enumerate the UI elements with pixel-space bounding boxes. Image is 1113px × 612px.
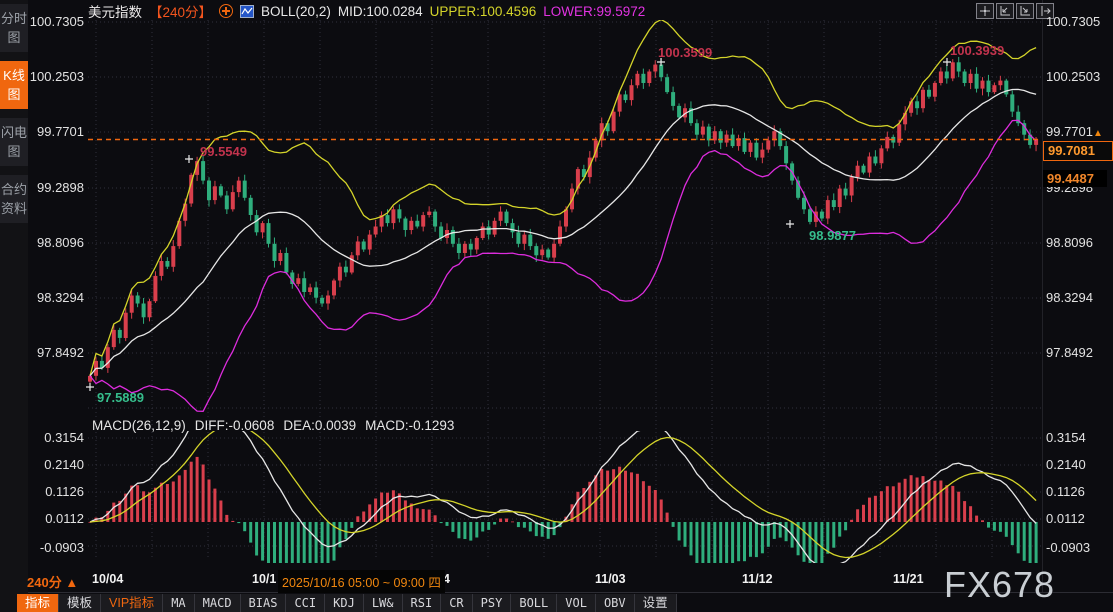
- boll-lower-value: LOWER:99.5972: [543, 4, 645, 19]
- price-axis-label: 98.3294: [28, 291, 84, 305]
- macd-name: MACD(26,12,9): [92, 418, 186, 433]
- price-annotation-high: 100.3599: [658, 45, 712, 60]
- toolbar-item-obv[interactable]: OBV: [596, 594, 635, 612]
- macd-axis-label: 0.2140: [28, 458, 84, 472]
- sidebar-item-lightning[interactable]: 闪电图: [0, 118, 28, 166]
- line-chart-icon: [240, 5, 254, 18]
- price-annotation-low: 97.5889: [97, 390, 144, 405]
- macd-dea: DEA:0.0039: [283, 418, 356, 433]
- crosshair-icon[interactable]: [976, 3, 994, 19]
- chart-type-sidebar: 分时图 K线图 闪电图 合约资料: [0, 0, 28, 612]
- toolbar-item-cr[interactable]: CR: [441, 594, 472, 612]
- boll-label: BOLL(20,2): [261, 4, 331, 19]
- toolbar-item-vol[interactable]: VOL: [557, 594, 596, 612]
- scale-right-icon[interactable]: [1016, 3, 1034, 19]
- toolbar-item-kdj[interactable]: KDJ: [325, 594, 364, 612]
- indicator-toolbar: 指标 模板 VIP指标 MA MACD BIAS CCI KDJ LW& RSI…: [17, 594, 677, 612]
- toolbar-item-psy[interactable]: PSY: [473, 594, 512, 612]
- toolbar-item-bias[interactable]: BIAS: [241, 594, 287, 612]
- plus-circle-icon[interactable]: [219, 4, 233, 18]
- macd-axis-label: 0.0112: [1046, 512, 1110, 526]
- sidebar-item-kline[interactable]: K线图: [0, 61, 28, 109]
- price-axis-label: 98.8096: [28, 236, 84, 250]
- period-label: 【240分】: [149, 1, 212, 21]
- price-annotation-high: 100.3939: [950, 43, 1004, 58]
- macd-diff: DIFF:-0.0608: [195, 418, 275, 433]
- price-axis-label: 97.8492: [1046, 346, 1110, 360]
- toolbar-item-lw[interactable]: LW&: [364, 594, 403, 612]
- period-selector[interactable]: 240分 ▲: [27, 572, 78, 591]
- macd-value: MACD:-0.1293: [365, 418, 454, 433]
- date-label: 10/04: [92, 572, 123, 586]
- price-axis-label: 99.2898: [28, 181, 84, 195]
- macd-axis-label: 0.1126: [28, 485, 84, 499]
- date-label: 11/21: [893, 572, 924, 586]
- chart-header: 美元指数 【240分】 BOLL(20,2) MID:100.0284 UPPE…: [88, 3, 645, 19]
- price-axis-label: 98.8096: [1046, 236, 1110, 250]
- trading-app: 分时图 K线图 闪电图 合约资料 美元指数 【240分】 BOLL(20,2) …: [0, 0, 1113, 612]
- price-annotation-low: 98.9877: [809, 228, 856, 243]
- toolbar-item-template[interactable]: 模板: [59, 594, 101, 612]
- toolbar-item-vip[interactable]: VIP指标: [101, 594, 163, 612]
- secondary-price-tag: 99.4487: [1043, 170, 1107, 187]
- toolbar-item-macd[interactable]: MACD: [195, 594, 241, 612]
- boll-upper-value: UPPER:100.4596: [430, 4, 537, 19]
- price-annotation-high: 99.5549: [200, 144, 247, 159]
- watermark: FX678: [944, 564, 1055, 606]
- scale-left-icon[interactable]: [996, 3, 1014, 19]
- current-price-tag: 99.7081: [1043, 141, 1113, 161]
- bar-time-tooltip: 2025/10/16 05:00 ~ 09:00 四: [278, 570, 445, 593]
- price-axis-label: 100.7305: [28, 15, 84, 29]
- macd-axis-label: -0.0903: [1046, 541, 1110, 555]
- symbol-name: 美元指数: [88, 1, 142, 21]
- price-axis-label: 98.3294: [1046, 291, 1110, 305]
- sidebar-item-timeshare[interactable]: 分时图: [0, 4, 28, 52]
- macd-header: MACD(26,12,9) DIFF:-0.0608 DEA:0.0039 MA…: [92, 418, 454, 433]
- macd-axis-label: -0.0903: [28, 541, 84, 555]
- price-axis-label: 100.2503: [1046, 70, 1110, 84]
- boll-mid-value: MID:100.0284: [338, 4, 423, 19]
- price-axis-label: 97.8492: [28, 346, 84, 360]
- sidebar-item-contract-info[interactable]: 合约资料: [0, 175, 28, 223]
- macd-axis-label: 0.0112: [28, 512, 84, 526]
- date-label: 10/1: [252, 572, 276, 586]
- candlestick-chart[interactable]: [0, 0, 1113, 612]
- macd-axis-label: 0.2140: [1046, 458, 1110, 472]
- price-axis-label: 99.7701: [28, 125, 84, 139]
- date-label: 11/03: [595, 572, 626, 586]
- toolbar-item-boll[interactable]: BOLL: [511, 594, 557, 612]
- chart-tool-buttons: [976, 3, 1054, 19]
- macd-axis-label: 0.1126: [1046, 485, 1110, 499]
- price-axis-label: 100.2503: [28, 70, 84, 84]
- date-label: 11/12: [742, 572, 773, 586]
- dropdown-arrow-icon: ▲: [65, 575, 78, 590]
- up-arrow-icon: ▲: [1093, 128, 1103, 139]
- macd-axis-label: 0.3154: [1046, 431, 1110, 445]
- toolbar-item-ma[interactable]: MA: [163, 594, 194, 612]
- toolbar-item-indicator[interactable]: 指标: [17, 594, 59, 612]
- macd-axis-label: 0.3154: [28, 431, 84, 445]
- toolbar-item-rsi[interactable]: RSI: [403, 594, 442, 612]
- price-axis-label: 100.7305: [1046, 15, 1110, 29]
- toolbar-item-settings[interactable]: 设置: [635, 594, 677, 612]
- toolbar-item-cci[interactable]: CCI: [286, 594, 325, 612]
